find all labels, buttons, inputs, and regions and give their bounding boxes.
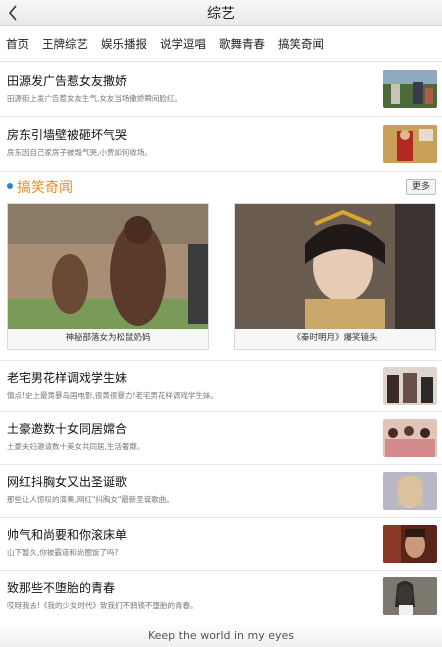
featured-caption: 《秦时明月》爆笑镜头 [292, 333, 378, 343]
news-summary: 田源街上发广告惹女友生气,女友当场撒娇瞬间脸红。 [7, 94, 182, 103]
list-summary: 哎呀我去!《我的少女时代》致我们不鸦锁不堕胎的青春。 [7, 601, 198, 610]
page-title: 综艺 [207, 6, 235, 22]
news-thumbnail [383, 70, 437, 108]
tab-comedy[interactable]: 说学逗唱 [160, 36, 206, 52]
featured-image [235, 204, 435, 329]
list-title: 帅气和尚要和你滚床单 [7, 528, 128, 542]
tab-funny[interactable]: 搞笑奇闻 [278, 36, 324, 52]
news-summary: 房东因自己家房子被毁气哭,小贾如何收场。 [7, 148, 152, 157]
list-title: 土豪邀数十女同居嫦合 [7, 422, 128, 436]
list-item[interactable]: 网红抖胸女又出圣诞歌 那些让人惊叹的演奏,网红"抖胸女"最新圣诞歌曲。 [0, 465, 442, 518]
more-button[interactable]: 更多 [406, 179, 436, 195]
list-item[interactable]: 帅气和尚要和你滚床单 山下暂久,你被霸道和尚圈饭了吗? [0, 518, 442, 571]
section-title: 搞笑奇闻 [17, 180, 73, 196]
list-thumbnail [383, 525, 437, 563]
news-item[interactable]: 房东引墙壁被砸坏气哭 房东因自己家房子被毁气哭,小贾如何收场。 [0, 117, 442, 172]
category-nav: 首页 王牌综艺 娱乐播报 说学逗唱 歌舞青春 搞笑奇闻 [0, 26, 442, 62]
featured-image [8, 204, 208, 329]
featured-caption: 神秘部落女为松鼠奶妈 [65, 333, 151, 343]
list-summary: 山下暂久,你被霸道和尚圈饭了吗? [7, 548, 119, 557]
news-title: 房东引墙壁被砸坏气哭 [7, 128, 128, 142]
news-thumbnail [383, 125, 437, 163]
list-summary: 那些让人惊叹的演奏,网红"抖胸女"最新圣诞歌曲。 [7, 495, 174, 504]
tab-ace-variety[interactable]: 王牌综艺 [42, 36, 88, 52]
featured-card[interactable]: 《秦时明月》爆笑镜头 [234, 203, 436, 350]
footer: Keep the world in my eyes [0, 622, 442, 647]
news-item[interactable]: 田源发广告惹女友撒娇 田源街上发广告惹女友生气,女友当场撒娇瞬间脸红。 [0, 63, 442, 117]
bullet-icon [7, 183, 13, 189]
list-thumbnail [383, 367, 437, 405]
list-item[interactable]: 老宅男花样调戏学生妹 慎点!史上最黄暴岛国电影,很黄很暴力!老宅男花样调戏学生妹… [0, 360, 442, 412]
title-bar: 综艺 [0, 0, 442, 26]
list-title: 网红抖胸女又出圣诞歌 [7, 475, 128, 489]
list-thumbnail [383, 577, 437, 615]
news-title: 田源发广告惹女友撒娇 [7, 74, 128, 88]
list-summary: 土豪夫妇邀请数十美女共同居,生活奢靡。 [7, 442, 145, 451]
section-header: 搞笑奇闻 更多 [0, 174, 442, 200]
list-thumbnail [383, 472, 437, 510]
list-item[interactable]: 土豪邀数十女同居嫦合 土豪夫妇邀请数十美女共同居,生活奢靡。 [0, 412, 442, 465]
tab-song-dance[interactable]: 歌舞青春 [219, 36, 265, 52]
featured-card[interactable]: 神秘部落女为松鼠奶妈 [7, 203, 209, 350]
list-thumbnail [383, 419, 437, 457]
list-title: 老宅男花样调戏学生妹 [7, 371, 128, 385]
list-summary: 慎点!史上最黄暴岛国电影,很黄很暴力!老宅男花样调戏学生妹。 [7, 391, 218, 400]
list-title: 致那些不堕胎的青春 [7, 581, 116, 595]
tab-home[interactable]: 首页 [6, 36, 29, 52]
footer-slogan: Keep the world in my eyes [147, 629, 295, 642]
tab-ent-news[interactable]: 娱乐播报 [101, 36, 147, 52]
list-item[interactable]: 致那些不堕胎的青春 哎呀我去!《我的少女时代》致我们不鸦锁不堕胎的青春。 [0, 571, 442, 622]
